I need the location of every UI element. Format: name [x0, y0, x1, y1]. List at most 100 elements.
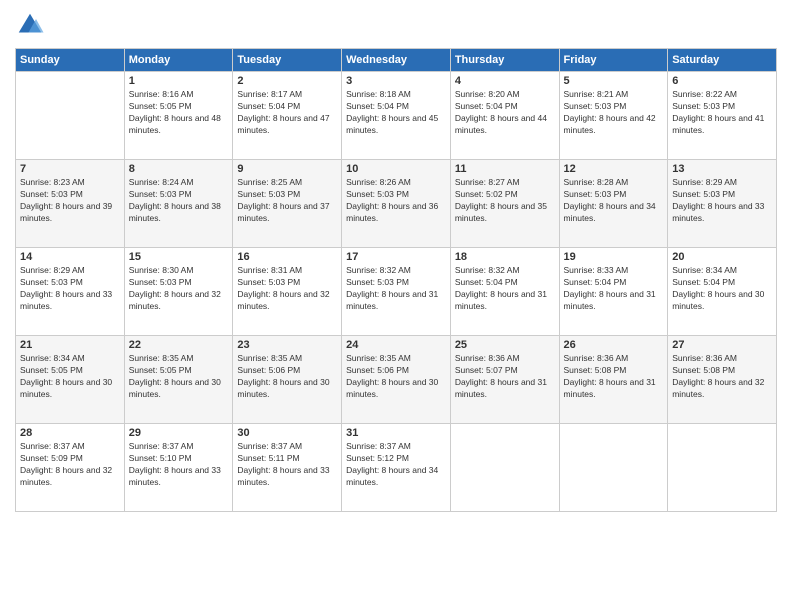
calendar-cell	[450, 424, 559, 512]
day-number: 7	[20, 163, 120, 175]
day-number: 17	[346, 251, 446, 263]
calendar-cell: 15 Sunrise: 8:30 AMSunset: 5:03 PMDayligh…	[124, 248, 233, 336]
day-number: 30	[237, 427, 337, 439]
day-info: Sunrise: 8:24 AMSunset: 5:03 PMDaylight:…	[129, 177, 229, 225]
calendar-cell	[16, 72, 125, 160]
calendar-week-row: 1Sunrise: 8:16 AMSunset: 5:05 PMDaylight…	[16, 72, 777, 160]
day-info: Sunrise: 8:30 AMSunset: 5:03 PMDaylight:…	[129, 265, 229, 313]
weekday-header: Tuesday	[233, 49, 342, 72]
day-info: Sunrise: 8:37 AMSunset: 5:12 PMDaylight:…	[346, 441, 446, 489]
logo	[15, 10, 49, 40]
calendar-cell: 20Sunrise: 8:34 AMSunset: 5:04 PMDayligh…	[668, 248, 777, 336]
day-info: Sunrise: 8:27 AMSunset: 5:02 PMDaylight:…	[455, 177, 555, 225]
day-info: Sunrise: 8:16 AMSunset: 5:05 PMDaylight:…	[129, 89, 229, 137]
day-number: 13	[672, 163, 772, 175]
calendar-cell: 9 Sunrise: 8:25 AMSunset: 5:03 PMDaylight…	[233, 160, 342, 248]
day-info: Sunrise: 8:32 AMSunset: 5:03 PMDaylight:…	[346, 265, 446, 313]
day-info: Sunrise: 8:35 AMSunset: 5:06 PMDaylight:…	[237, 353, 337, 401]
day-number: 31	[346, 427, 446, 439]
day-number: 28	[20, 427, 120, 439]
calendar-cell: 14 Sunrise: 8:29 AMSunset: 5:03 PMDayligh…	[16, 248, 125, 336]
calendar-cell: 23 Sunrise: 8:35 AMSunset: 5:06 PMDayligh…	[233, 336, 342, 424]
calendar-cell: 3 Sunrise: 8:18 AMSunset: 5:04 PMDaylight…	[342, 72, 451, 160]
day-info: Sunrise: 8:32 AMSunset: 5:04 PMDaylight:…	[455, 265, 555, 313]
day-number: 5	[564, 75, 664, 87]
calendar-cell: 26 Sunrise: 8:36 AMSunset: 5:08 PMDayligh…	[559, 336, 668, 424]
calendar-cell: 6 Sunrise: 8:22 AMSunset: 5:03 PMDaylight…	[668, 72, 777, 160]
day-number: 21	[20, 339, 120, 351]
day-number: 18	[455, 251, 555, 263]
day-number: 15	[129, 251, 229, 263]
day-number: 6	[672, 75, 772, 87]
day-info: Sunrise: 8:25 AMSunset: 5:03 PMDaylight:…	[237, 177, 337, 225]
weekday-header: Sunday	[16, 49, 125, 72]
day-info: Sunrise: 8:37 AMSunset: 5:11 PMDaylight:…	[237, 441, 337, 489]
calendar-cell: 1Sunrise: 8:16 AMSunset: 5:05 PMDaylight…	[124, 72, 233, 160]
day-number: 2	[237, 75, 337, 87]
day-number: 9	[237, 163, 337, 175]
calendar-cell: 31 Sunrise: 8:37 AMSunset: 5:12 PMDayligh…	[342, 424, 451, 512]
day-info: Sunrise: 8:33 AMSunset: 5:04 PMDaylight:…	[564, 265, 664, 313]
calendar-week-row: 14 Sunrise: 8:29 AMSunset: 5:03 PMDayligh…	[16, 248, 777, 336]
calendar-cell: 27Sunrise: 8:36 AMSunset: 5:08 PMDayligh…	[668, 336, 777, 424]
weekday-header: Wednesday	[342, 49, 451, 72]
calendar-cell: 22 Sunrise: 8:35 AMSunset: 5:05 PMDayligh…	[124, 336, 233, 424]
day-info: Sunrise: 8:18 AMSunset: 5:04 PMDaylight:…	[346, 89, 446, 137]
calendar-cell	[668, 424, 777, 512]
calendar-cell: 16 Sunrise: 8:31 AMSunset: 5:03 PMDayligh…	[233, 248, 342, 336]
page: SundayMondayTuesdayWednesdayThursdayFrid…	[0, 0, 792, 612]
day-number: 19	[564, 251, 664, 263]
day-number: 16	[237, 251, 337, 263]
day-info: Sunrise: 8:37 AMSunset: 5:09 PMDaylight:…	[20, 441, 120, 489]
day-info: Sunrise: 8:34 AMSunset: 5:04 PMDaylight:…	[672, 265, 772, 313]
calendar-cell: 2Sunrise: 8:17 AMSunset: 5:04 PMDaylight…	[233, 72, 342, 160]
day-info: Sunrise: 8:21 AMSunset: 5:03 PMDaylight:…	[564, 89, 664, 137]
calendar-cell: 5 Sunrise: 8:21 AMSunset: 5:03 PMDaylight…	[559, 72, 668, 160]
calendar-cell: 21 Sunrise: 8:34 AMSunset: 5:05 PMDayligh…	[16, 336, 125, 424]
header	[15, 10, 777, 40]
calendar-cell: 28 Sunrise: 8:37 AMSunset: 5:09 PMDayligh…	[16, 424, 125, 512]
calendar-cell: 13Sunrise: 8:29 AMSunset: 5:03 PMDayligh…	[668, 160, 777, 248]
day-info: Sunrise: 8:36 AMSunset: 5:08 PMDaylight:…	[672, 353, 772, 401]
calendar-cell: 12 Sunrise: 8:28 AMSunset: 5:03 PMDayligh…	[559, 160, 668, 248]
weekday-header: Friday	[559, 49, 668, 72]
day-number: 26	[564, 339, 664, 351]
calendar-cell: 24 Sunrise: 8:35 AMSunset: 5:06 PMDayligh…	[342, 336, 451, 424]
day-info: Sunrise: 8:29 AMSunset: 5:03 PMDaylight:…	[20, 265, 120, 313]
calendar-week-row: 28 Sunrise: 8:37 AMSunset: 5:09 PMDayligh…	[16, 424, 777, 512]
calendar-cell: 25Sunrise: 8:36 AMSunset: 5:07 PMDayligh…	[450, 336, 559, 424]
calendar-cell: 19 Sunrise: 8:33 AMSunset: 5:04 PMDayligh…	[559, 248, 668, 336]
day-number: 3	[346, 75, 446, 87]
day-number: 14	[20, 251, 120, 263]
calendar-cell: 29 Sunrise: 8:37 AMSunset: 5:10 PMDayligh…	[124, 424, 233, 512]
calendar-cell: 4Sunrise: 8:20 AMSunset: 5:04 PMDaylight…	[450, 72, 559, 160]
day-number: 11	[455, 163, 555, 175]
day-number: 22	[129, 339, 229, 351]
day-info: Sunrise: 8:23 AMSunset: 5:03 PMDaylight:…	[20, 177, 120, 225]
day-info: Sunrise: 8:31 AMSunset: 5:03 PMDaylight:…	[237, 265, 337, 313]
day-info: Sunrise: 8:22 AMSunset: 5:03 PMDaylight:…	[672, 89, 772, 137]
day-info: Sunrise: 8:37 AMSunset: 5:10 PMDaylight:…	[129, 441, 229, 489]
logo-icon	[15, 10, 45, 40]
day-info: Sunrise: 8:35 AMSunset: 5:06 PMDaylight:…	[346, 353, 446, 401]
calendar-week-row: 7 Sunrise: 8:23 AMSunset: 5:03 PMDaylight…	[16, 160, 777, 248]
day-info: Sunrise: 8:28 AMSunset: 5:03 PMDaylight:…	[564, 177, 664, 225]
day-info: Sunrise: 8:34 AMSunset: 5:05 PMDaylight:…	[20, 353, 120, 401]
calendar-cell: 30 Sunrise: 8:37 AMSunset: 5:11 PMDayligh…	[233, 424, 342, 512]
weekday-header: Monday	[124, 49, 233, 72]
weekday-header: Saturday	[668, 49, 777, 72]
day-number: 10	[346, 163, 446, 175]
calendar-cell: 7 Sunrise: 8:23 AMSunset: 5:03 PMDaylight…	[16, 160, 125, 248]
calendar-week-row: 21 Sunrise: 8:34 AMSunset: 5:05 PMDayligh…	[16, 336, 777, 424]
day-info: Sunrise: 8:26 AMSunset: 5:03 PMDaylight:…	[346, 177, 446, 225]
calendar-header-row: SundayMondayTuesdayWednesdayThursdayFrid…	[16, 49, 777, 72]
day-number: 23	[237, 339, 337, 351]
calendar-cell: 8Sunrise: 8:24 AMSunset: 5:03 PMDaylight…	[124, 160, 233, 248]
day-info: Sunrise: 8:35 AMSunset: 5:05 PMDaylight:…	[129, 353, 229, 401]
day-number: 29	[129, 427, 229, 439]
day-number: 4	[455, 75, 555, 87]
day-number: 12	[564, 163, 664, 175]
day-info: Sunrise: 8:36 AMSunset: 5:08 PMDaylight:…	[564, 353, 664, 401]
calendar: SundayMondayTuesdayWednesdayThursdayFrid…	[15, 48, 777, 512]
day-number: 24	[346, 339, 446, 351]
